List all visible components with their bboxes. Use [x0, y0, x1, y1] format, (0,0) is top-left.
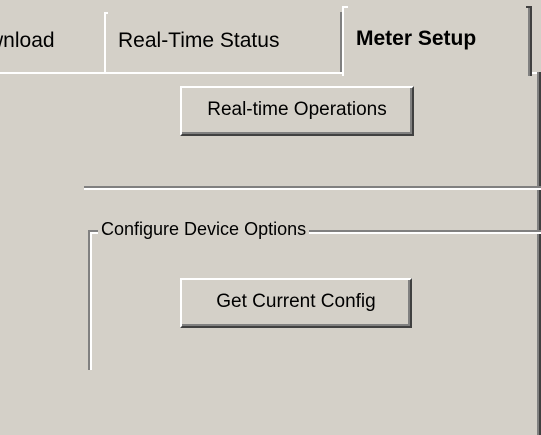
real-time-operations-button[interactable]: Real-time Operations: [180, 86, 414, 136]
separator-line: [84, 186, 541, 190]
tab-download[interactable]: wnload: [0, 12, 104, 72]
tab-download-label: wnload: [0, 29, 55, 52]
tab-meter-setup[interactable]: Meter Setup: [342, 6, 532, 76]
tab-meter-setup-label: Meter Setup: [356, 27, 477, 50]
configure-device-options-title: Configure Device Options: [98, 216, 310, 242]
get-current-config-button-label: Get Current Config: [216, 291, 376, 312]
tab-strip: wnload Real-Time Status Meter Setup: [0, 0, 541, 76]
real-time-operations-button-label: Real-time Operations: [207, 99, 387, 120]
tab-real-time-status[interactable]: Real-Time Status: [104, 12, 342, 72]
tab-real-time-status-label: Real-Time Status: [118, 29, 280, 52]
get-current-config-button[interactable]: Get Current Config: [180, 278, 412, 328]
